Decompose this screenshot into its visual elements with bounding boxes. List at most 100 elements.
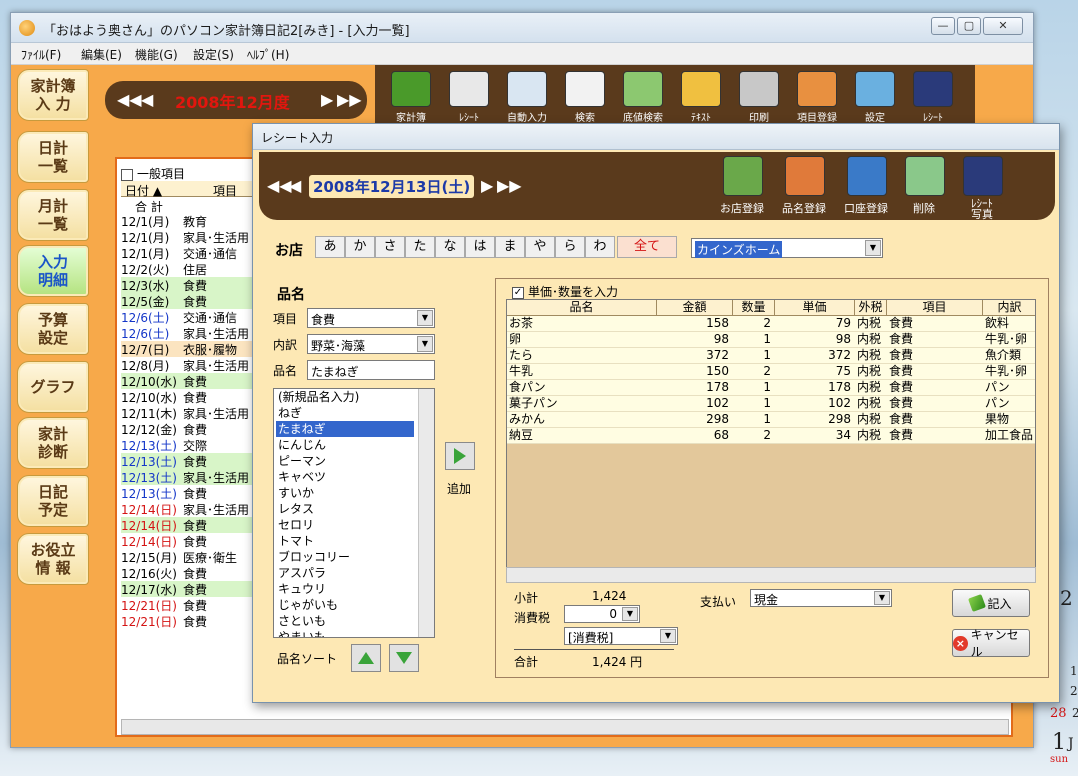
grid-cell-unit[interactable]: 102 <box>775 396 855 412</box>
toolbar-auto-input-button[interactable]: 自動入力 <box>499 69 555 124</box>
kana-filter-button[interactable]: か <box>345 236 375 258</box>
general-item-checkbox[interactable] <box>121 168 133 181</box>
grid-cell-unit[interactable]: 178 <box>775 380 855 396</box>
grid-cell-unit[interactable]: 298 <box>775 412 855 428</box>
prev-day-button[interactable]: ◀ <box>289 176 301 195</box>
grid-cell-cat[interactable]: 食費 <box>887 332 983 348</box>
next-month-button[interactable]: ▶ <box>321 90 333 109</box>
list-item[interactable]: セロリ <box>276 517 414 533</box>
sidebar-item-monthly-list[interactable]: 月計 一覧 <box>17 189 89 241</box>
grid-cell-amount[interactable]: 102 <box>657 396 733 412</box>
sidebar-item-budget[interactable]: 予算 設定 <box>17 303 89 355</box>
item-list-scrollbar[interactable] <box>418 389 434 637</box>
grid-cell-amount[interactable]: 178 <box>657 380 733 396</box>
next-next-day-button[interactable]: ▶▶ <box>497 176 522 195</box>
grid-cell-name[interactable]: お茶 <box>507 316 657 332</box>
table-row[interactable]: 菓子パン 102 1 102 内税 食費 パン <box>507 396 1035 412</box>
kana-filter-button[interactable]: あ <box>315 236 345 258</box>
grid-cell-unit[interactable]: 34 <box>775 428 855 444</box>
grid-cell-amount[interactable]: 98 <box>657 332 733 348</box>
sidebar-item-diagnosis[interactable]: 家計 診断 <box>17 417 89 469</box>
subcategory-select[interactable]: 野菜･海藻 ▼ <box>307 334 435 354</box>
shop-select[interactable]: カインズホーム ▼ <box>691 238 883 258</box>
toolbar-price-search-button[interactable]: 底値検索 <box>615 69 671 124</box>
grid-cell-tax[interactable]: 内税 <box>855 348 887 364</box>
next-day-button[interactable]: ▶ <box>481 176 493 195</box>
grid-cell-qty[interactable]: 1 <box>733 332 775 348</box>
menu-function[interactable]: 機能(G) <box>135 46 178 63</box>
grid-cell-name[interactable]: 卵 <box>507 332 657 348</box>
grid-cell-sub[interactable]: パン <box>983 380 1035 396</box>
grid-cell-cat[interactable]: 食費 <box>887 412 983 428</box>
list-item[interactable]: キャベツ <box>276 469 414 485</box>
table-row[interactable]: 食パン 178 1 178 内税 食費 パン <box>507 380 1035 396</box>
grid-cell-tax[interactable]: 内税 <box>855 332 887 348</box>
grid-cell-unit[interactable]: 79 <box>775 316 855 332</box>
list-item[interactable]: ブロッコリー <box>276 549 414 565</box>
menu-file[interactable]: ﾌｧｲﾙ(F) <box>21 46 61 63</box>
receipt-photo-button[interactable]: ﾚｼｰﾄ 写真 <box>953 154 1011 220</box>
list-item[interactable]: (新規品名入力) <box>276 389 414 405</box>
grid-cell-cat[interactable]: 食費 <box>887 396 983 412</box>
item-name-list[interactable]: (新規品名入力) ねぎ たまねぎ にんじん ピーマン キャベツ すいか レタス セロリ トマト ブロ… <box>273 388 435 638</box>
toolbar-receipt-button[interactable]: ﾚｼｰﾄ <box>441 69 497 124</box>
list-item[interactable]: じゃがいも <box>276 597 414 613</box>
grid-scrollbar[interactable] <box>506 567 1036 583</box>
grid-cell-sub[interactable]: 加工食品 <box>983 428 1035 444</box>
grid-column-header[interactable]: 単価 <box>775 300 855 316</box>
grid-cell-name[interactable]: 食パン <box>507 380 657 396</box>
item-register-button[interactable]: 品名登録 <box>775 154 833 218</box>
table-row[interactable]: 納豆 68 2 34 内税 食費 加工食品 <box>507 428 1035 444</box>
grid-cell-name[interactable]: 牛乳 <box>507 364 657 380</box>
list-item[interactable]: やまいも <box>276 629 414 637</box>
toolbar-print-button[interactable]: 印刷 <box>731 69 787 124</box>
list-item[interactable]: トマト <box>276 533 414 549</box>
list-item[interactable]: さといも <box>276 613 414 629</box>
toolbar-settings-button[interactable]: 設定 <box>847 69 903 124</box>
delete-button[interactable]: 削除 <box>895 154 953 218</box>
list-item[interactable]: レタス <box>276 501 414 517</box>
list-item[interactable]: キュウリ <box>276 581 414 597</box>
payment-select[interactable]: 現金 ▼ <box>750 589 892 607</box>
grid-cell-amount[interactable]: 68 <box>657 428 733 444</box>
grid-column-header[interactable]: 数量 <box>733 300 775 316</box>
grid-cell-cat[interactable]: 食費 <box>887 428 983 444</box>
entry-list-scrollbar[interactable] <box>121 719 1009 735</box>
toolbar-item-register-button[interactable]: 項目登録 <box>789 69 845 124</box>
grid-cell-amount[interactable]: 298 <box>657 412 733 428</box>
category-select[interactable]: 食費 ▼ <box>307 308 435 328</box>
grid-cell-tax[interactable]: 内税 <box>855 316 887 332</box>
grid-cell-sub[interactable]: パン <box>983 396 1035 412</box>
grid-cell-sub[interactable]: 魚介類 <box>983 348 1035 364</box>
kana-filter-button[interactable]: さ <box>375 236 405 258</box>
table-row[interactable]: お茶 158 2 79 内税 食費 飲料 <box>507 316 1035 332</box>
sort-up-button[interactable] <box>351 644 381 672</box>
prev-prev-month-button[interactable]: ◀◀ <box>117 90 142 109</box>
list-item[interactable]: すいか <box>276 485 414 501</box>
grid-column-header[interactable]: 品名 <box>507 300 657 316</box>
grid-cell-qty[interactable]: 1 <box>733 396 775 412</box>
sidebar-item-diary[interactable]: 日記 予定 <box>17 475 89 527</box>
toolbar-kakeibo-button[interactable]: 家計簿 <box>383 69 439 124</box>
shop-register-button[interactable]: お店登録 <box>713 154 771 218</box>
table-row[interactable]: 卵 98 1 98 内税 食費 牛乳･卵 <box>507 332 1035 348</box>
grid-cell-cat[interactable]: 食費 <box>887 364 983 380</box>
grid-cell-tax[interactable]: 内税 <box>855 396 887 412</box>
grid-cell-cat[interactable]: 食費 <box>887 316 983 332</box>
maximize-button[interactable]: ▢ <box>957 17 981 35</box>
sidebar-item-kakeibo-input[interactable]: 家計簿 入 力 <box>17 69 89 121</box>
grid-cell-qty[interactable]: 2 <box>733 428 775 444</box>
toolbar-receipt-photo-button[interactable]: ﾚｼｰﾄ <box>905 69 961 124</box>
prev-prev-day-button[interactable]: ◀◀ <box>267 176 292 195</box>
record-button[interactable]: 記入 <box>952 589 1030 617</box>
grid-cell-sub[interactable]: 果物 <box>983 412 1035 428</box>
toolbar-text-button[interactable]: ﾃｷｽﾄ <box>673 69 729 124</box>
list-item[interactable]: ピーマン <box>276 453 414 469</box>
grid-cell-amount[interactable]: 150 <box>657 364 733 380</box>
sidebar-item-daily-list[interactable]: 日計 一覧 <box>17 131 89 183</box>
grid-column-header[interactable]: 項目 <box>887 300 983 316</box>
kana-filter-button[interactable]: な <box>435 236 465 258</box>
grid-cell-cat[interactable]: 食費 <box>887 348 983 364</box>
menu-settings[interactable]: 設定(S) <box>193 46 234 63</box>
dialog-titlebar[interactable]: レシート入力 <box>253 124 1059 150</box>
